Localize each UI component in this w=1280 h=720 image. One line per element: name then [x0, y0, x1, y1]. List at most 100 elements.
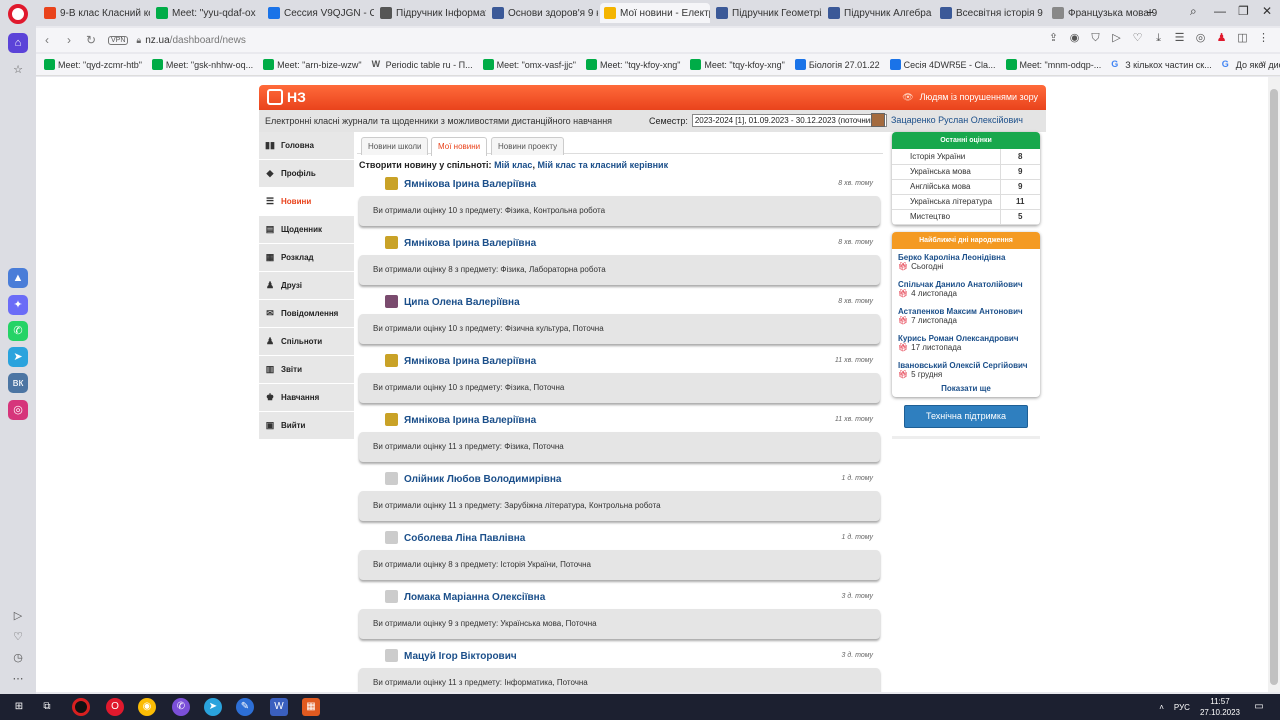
browser-tab[interactable]: Підручник Інформатик [376, 3, 486, 23]
share-icon[interactable]: ⇪ [1047, 32, 1060, 45]
menu-item-news[interactable]: ☰ Новини [259, 188, 354, 216]
back-icon[interactable]: ‹ [36, 33, 58, 47]
whatsapp-icon[interactable]: ✆ [8, 321, 28, 341]
new-tab-icon[interactable]: + [1146, 4, 1154, 20]
reload-icon[interactable]: ↻ [80, 33, 102, 47]
puzzle-icon[interactable]: ◫ [1236, 32, 1249, 45]
post-author[interactable]: Ямнікова Ірина Валеріївна [404, 238, 536, 249]
menu-icon[interactable]: ☰ [1173, 32, 1186, 45]
bookmark-item[interactable]: G З кількох частин ск... [1111, 59, 1212, 70]
post-author[interactable]: Ямнікова Ірина Валеріївна [404, 415, 536, 426]
vk-icon[interactable]: вк [8, 373, 28, 393]
semester-select[interactable]: 2023-2024 [1], 01.09.2023 - 30.12.2023 (… [691, 114, 887, 127]
instagram-icon[interactable]: ◎ [8, 400, 28, 420]
lock-icon[interactable]: 🔒︎ [136, 35, 141, 46]
camera-icon[interactable]: ◉ [1068, 32, 1081, 45]
keyboard-language[interactable]: РУС [1174, 703, 1190, 712]
grade-value[interactable]: 9 [999, 164, 1040, 180]
browser-tab[interactable]: Meet: "yyu-qdaf-ox [152, 3, 262, 23]
post-author[interactable]: Мацуй Ігор Вікторович [404, 651, 517, 662]
recorder-icon[interactable] [72, 698, 90, 716]
forward-icon[interactable]: › [58, 33, 80, 47]
author-avatar[interactable] [385, 177, 398, 190]
show-more-link[interactable]: Показати ще [892, 384, 1040, 397]
bookmark-item[interactable]: Meet: "mnm-odqp-... [1005, 59, 1101, 70]
history-icon[interactable]: ◷ [8, 648, 28, 668]
birthday-name[interactable]: Астапенков Максим Антонович [898, 307, 1034, 316]
author-avatar[interactable] [385, 295, 398, 308]
grade-value[interactable]: 11 [999, 194, 1040, 210]
author-avatar[interactable] [385, 531, 398, 544]
author-avatar[interactable] [385, 649, 398, 662]
tech-support-button[interactable]: Технічна підтримка [904, 404, 1028, 428]
heart-sidebar-icon[interactable]: ♡ [8, 627, 28, 647]
menu-item-education[interactable]: ♚ Навчання [259, 384, 354, 412]
menu-item-schedule[interactable]: ▦ Розклад [259, 244, 354, 272]
site-logo[interactable]: НЗ [267, 89, 306, 105]
news-tab[interactable]: Мої новини [431, 137, 488, 156]
chrome-icon[interactable]: ◉ [138, 698, 156, 716]
post-author[interactable]: Олійник Любов Володимирівна [404, 474, 562, 485]
heart-icon[interactable]: ♡ [1131, 32, 1144, 45]
bookmark-item[interactable]: G До якої дистанції ві... [1222, 59, 1280, 70]
post-author[interactable]: Ломака Маріанна Олексіївна [404, 592, 545, 603]
minimize-icon[interactable]: — [1214, 4, 1226, 18]
bookmark-item[interactable]: Meet: "arn-bize-wzw" [263, 59, 362, 70]
news-tab[interactable]: Новини проекту [491, 137, 565, 155]
birthday-name[interactable]: Куриcь Роман Олександрович [898, 334, 1034, 343]
grade-value[interactable]: 9 [999, 179, 1040, 195]
profile-icon[interactable]: ◎ [1194, 32, 1207, 45]
bookmark-item[interactable]: Meet: "tqy-kfoy-xng" [586, 59, 680, 70]
opera-taskbar-icon[interactable]: O [106, 698, 124, 716]
browser-tab[interactable]: Підручник Геометрія 9 [712, 3, 822, 23]
news-tab[interactable]: Новини школи [361, 137, 429, 155]
extension-icon[interactable]: ♟ [1215, 32, 1228, 45]
birthday-name[interactable]: Спільчак Данило Анатолійович [898, 280, 1034, 289]
telegram-icon[interactable]: ➤ [8, 347, 28, 367]
search-tabs-icon[interactable]: ⌕ [1190, 4, 1197, 19]
birthday-name[interactable]: Берко Кароліна Леонідівна [898, 253, 1034, 262]
menu-item-diary[interactable]: ▤ Щоденник [259, 216, 354, 244]
bookmarks-more-icon[interactable]: » [1260, 58, 1266, 70]
task-view-icon[interactable]: ⧉ [38, 698, 56, 716]
viber-icon[interactable]: ✆ [172, 698, 190, 716]
slides-icon[interactable]: ▦ [302, 698, 320, 716]
clock[interactable]: 11:57 27.10.2023 [1200, 696, 1240, 718]
grade-value[interactable]: 8 [999, 149, 1040, 165]
bookmark-item[interactable]: Meet: "qyd-zcmr-htb" [44, 59, 142, 70]
scroll-thumb[interactable] [1270, 89, 1278, 685]
menu-item-home[interactable]: ▮▮ Головна [259, 132, 354, 160]
author-avatar[interactable] [385, 354, 398, 367]
bookmark-item[interactable]: Біологія 27.01.22 [794, 59, 880, 70]
bookmark-item[interactable]: Meet: "tqy-kfoy-xng" [690, 59, 785, 70]
player-icon[interactable]: ▷ [8, 606, 28, 626]
my-class-teacher-link[interactable]: Мій клас та класний керівник [537, 160, 668, 170]
browser-tab[interactable]: Підручник Алгебра 9 к [824, 3, 934, 23]
author-avatar[interactable] [385, 413, 398, 426]
menu-item-profile[interactable]: ◆ Профіль [259, 160, 354, 188]
app-icon[interactable]: ✎ [236, 698, 254, 716]
close-window-icon[interactable]: ✕ [1262, 4, 1272, 18]
star-icon[interactable]: ☆ [8, 60, 28, 80]
page-scrollbar[interactable] [1268, 77, 1280, 692]
author-avatar[interactable] [385, 472, 398, 485]
opera-logo-icon[interactable] [8, 4, 28, 24]
url-field[interactable]: nz.ua/dashboard/news [145, 35, 246, 46]
my-class-link[interactable]: Мій клас [494, 160, 532, 170]
windows-start-icon[interactable]: ⊞ [10, 698, 28, 716]
play-icon[interactable]: ▷ [1110, 32, 1123, 45]
bookmark-item[interactable]: Meet: "omx-vasf-jjc" [482, 59, 576, 70]
grade-value[interactable]: 5 [999, 209, 1040, 225]
vpn-badge[interactable]: VPN [108, 35, 129, 45]
word-icon[interactable]: W [270, 698, 288, 716]
app-store-icon[interactable]: ▲ [8, 268, 28, 288]
browser-tab[interactable]: Основи здоров'я 9 кл [488, 3, 598, 23]
post-author[interactable]: Ямнікова Ірина Валеріївна [404, 179, 536, 190]
bookmark-item[interactable]: W Periodic table ru - П... [372, 59, 473, 70]
browser-tab[interactable]: Французька мова 9 кла [1048, 3, 1158, 23]
home-icon[interactable]: ⌂ [8, 33, 28, 53]
bookmark-item[interactable]: Сесія 4DWR5E - Cla... [889, 59, 996, 70]
browser-tab[interactable]: Сессия V9QJGN - Classt [264, 3, 374, 23]
user-profile-link[interactable]: Зацаренко Руслан Олексійович [871, 113, 1023, 127]
bookmark-item[interactable]: Meet: "gsk-nhhw-oq... [151, 59, 253, 70]
